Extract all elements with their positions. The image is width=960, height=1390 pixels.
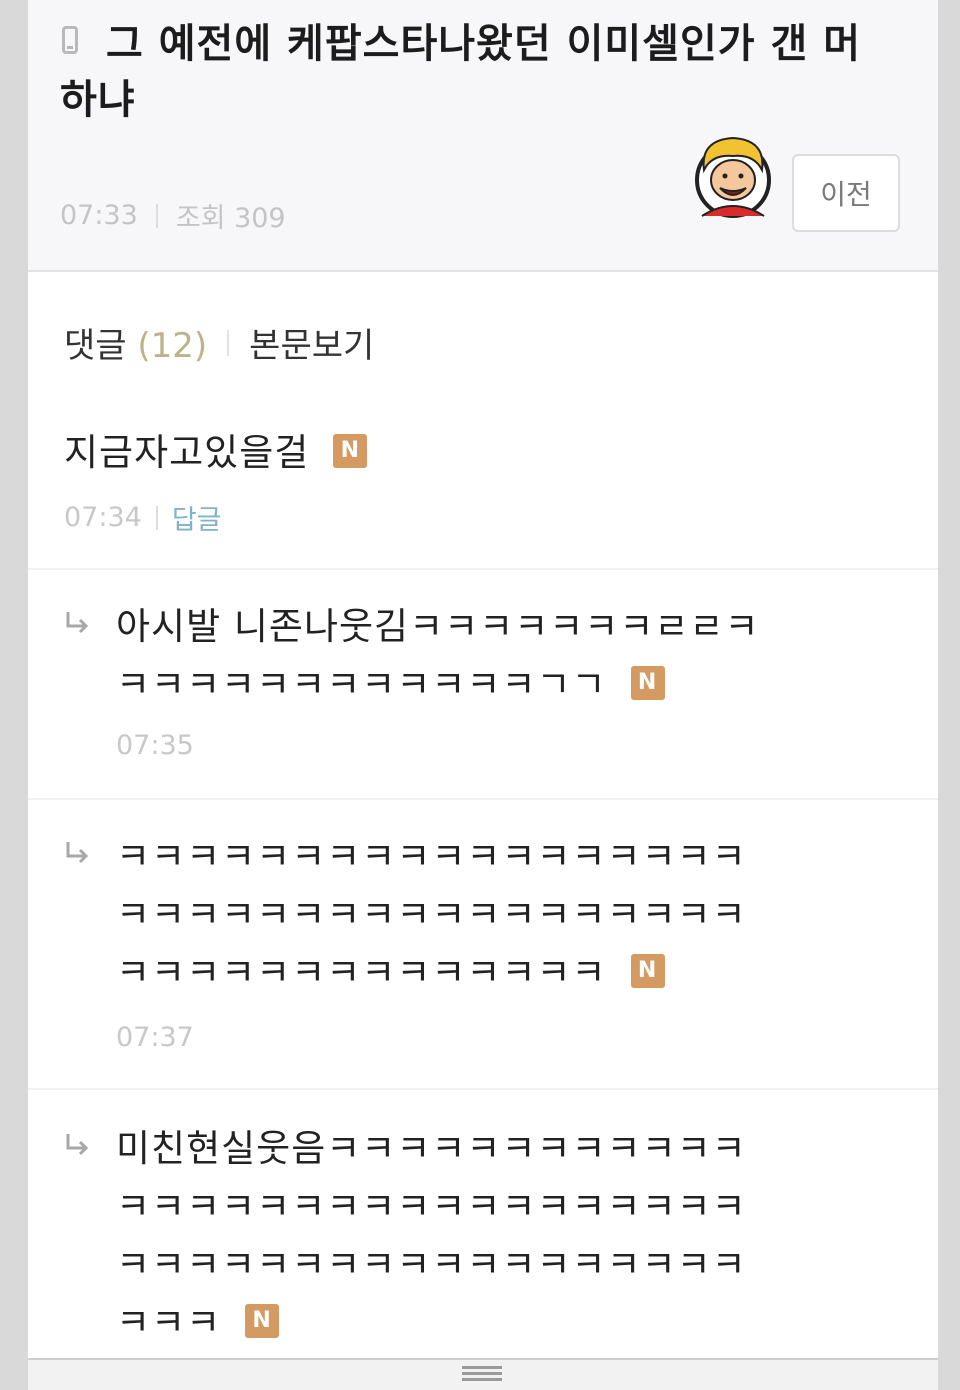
post-title: 그 예전에 케팝스타나왔던 이미셀인가 갠 머하냐 [60,21,862,123]
bottom-bar [28,1358,938,1390]
comment-time: 07:37 [116,1022,194,1053]
comment-body: 지금자고있을걸 [64,431,310,474]
left-screen-edge [0,0,28,1390]
comment-text: 미친현실웃음ㅋㅋㅋㅋㅋㅋㅋㅋㅋㅋㅋㅋ ㅋㅋㅋㅋㅋㅋㅋㅋㅋㅋㅋㅋㅋㅋㅋㅋㅋㅋ ㅋㅋ… [116,1120,747,1352]
post-meta: 07:33 조회 309 [60,196,286,235]
reply-link[interactable]: 답글 [172,498,222,537]
new-badge: N [245,1303,280,1338]
comment-line: ㅋㅋㅋㅋㅋㅋㅋㅋㅋㅋㅋㅋㅋㅋㅋㅋㅋㅋ [116,835,747,878]
comment-meta: 07:35 [116,730,194,761]
comment-line: ㅋㅋㅋㅋㅋㅋㅋㅋㅋㅋㅋㅋㅋㅋㅋㅋㅋㅋ [116,893,747,936]
new-badge: N [630,665,665,700]
comment-line: 아시발 니존나웃김ㅋㅋㅋㅋㅋㅋㅋㄹㄹㅋ [116,605,760,648]
meta-divider [155,505,158,530]
comment-meta: 07:37 [116,1022,194,1053]
reply-comment-item: ㅋㅋㅋㅋㅋㅋㅋㅋㅋㅋㅋㅋㅋㅋㅋㅋㅋㅋ ㅋㅋㅋㅋㅋㅋㅋㅋㅋㅋㅋㅋㅋㅋㅋㅋㅋㅋ ㅋㅋ… [28,800,938,1090]
post-views: 조회 309 [175,203,286,234]
meta-divider [155,203,158,228]
reply-comment-item: 미친현실웃음ㅋㅋㅋㅋㅋㅋㅋㅋㅋㅋㅋㅋ ㅋㅋㅋㅋㅋㅋㅋㅋㅋㅋㅋㅋㅋㅋㅋㅋㅋㅋ ㅋㅋ… [28,1090,938,1358]
right-screen-edge [938,0,960,1390]
comment-text: 아시발 니존나웃김ㅋㅋㅋㅋㅋㅋㅋㄹㄹㅋ ㅋㅋㅋㅋㅋㅋㅋㅋㅋㅋㅋㅋㄱㄱ N [116,598,759,714]
tab-divider [227,329,230,356]
comment-meta: 07:34 답글 [64,498,222,537]
comment-line: ㅋㅋㅋㅋㅋㅋㅋㅋㅋㅋㅋㅋㄱㄱ [116,663,607,706]
post-time: 07:33 [60,200,138,231]
tab-comments[interactable]: 댓글 (12) [64,318,207,367]
comment-line: ㅋㅋㅋ [116,1301,222,1344]
mobile-page: 그 예전에 케팝스타나왔던 이미셀인가 갠 머하냐 07:33 조회 309 이… [28,0,938,1390]
tab-comments-label: 댓글 [64,326,127,366]
new-badge: N [333,433,368,468]
prev-button[interactable]: 이전 [792,154,900,232]
reply-arrow-icon [66,612,89,634]
reply-comment-item: 아시발 니존나웃김ㅋㅋㅋㅋㅋㅋㅋㄹㄹㅋ ㅋㅋㅋㅋㅋㅋㅋㅋㅋㅋㅋㅋㄱㄱ N 07:3… [28,570,938,800]
comment-count: (12) [137,326,208,366]
comment-item: 지금자고있을걸 N 07:34 답글 [28,400,938,570]
comment-line: ㅋㅋㅋㅋㅋㅋㅋㅋㅋㅋㅋㅋㅋㅋㅋㅋㅋㅋ [116,1185,747,1228]
post-header: 그 예전에 케팝스타나왔던 이미셀인가 갠 머하냐 07:33 조회 309 이… [28,0,938,272]
reply-arrow-icon [66,842,89,864]
new-badge: N [630,953,665,988]
comment-line: ㅋㅋㅋㅋㅋㅋㅋㅋㅋㅋㅋㅋㅋㅋ [116,951,607,994]
author-avatar[interactable] [690,130,776,222]
comment-line: ㅋㅋㅋㅋㅋㅋㅋㅋㅋㅋㅋㅋㅋㅋㅋㅋㅋㅋ [116,1243,747,1286]
tab-view-post[interactable]: 본문보기 [249,318,374,367]
comment-time: 07:35 [116,730,194,761]
comment-time: 07:34 [64,502,142,533]
comment-text: ㅋㅋㅋㅋㅋㅋㅋㅋㅋㅋㅋㅋㅋㅋㅋㅋㅋㅋ ㅋㅋㅋㅋㅋㅋㅋㅋㅋㅋㅋㅋㅋㅋㅋㅋㅋㅋ ㅋㅋ… [116,828,747,1002]
comment-tabs: 댓글 (12) 본문보기 [64,318,374,367]
comment-line: 미친현실웃음ㅋㅋㅋㅋㅋㅋㅋㅋㅋㅋㅋㅋ [116,1127,747,1170]
comment-text: 지금자고있을걸 N [64,424,368,482]
drag-handle-icon[interactable] [462,1366,502,1382]
reply-arrow-icon [66,1134,89,1156]
